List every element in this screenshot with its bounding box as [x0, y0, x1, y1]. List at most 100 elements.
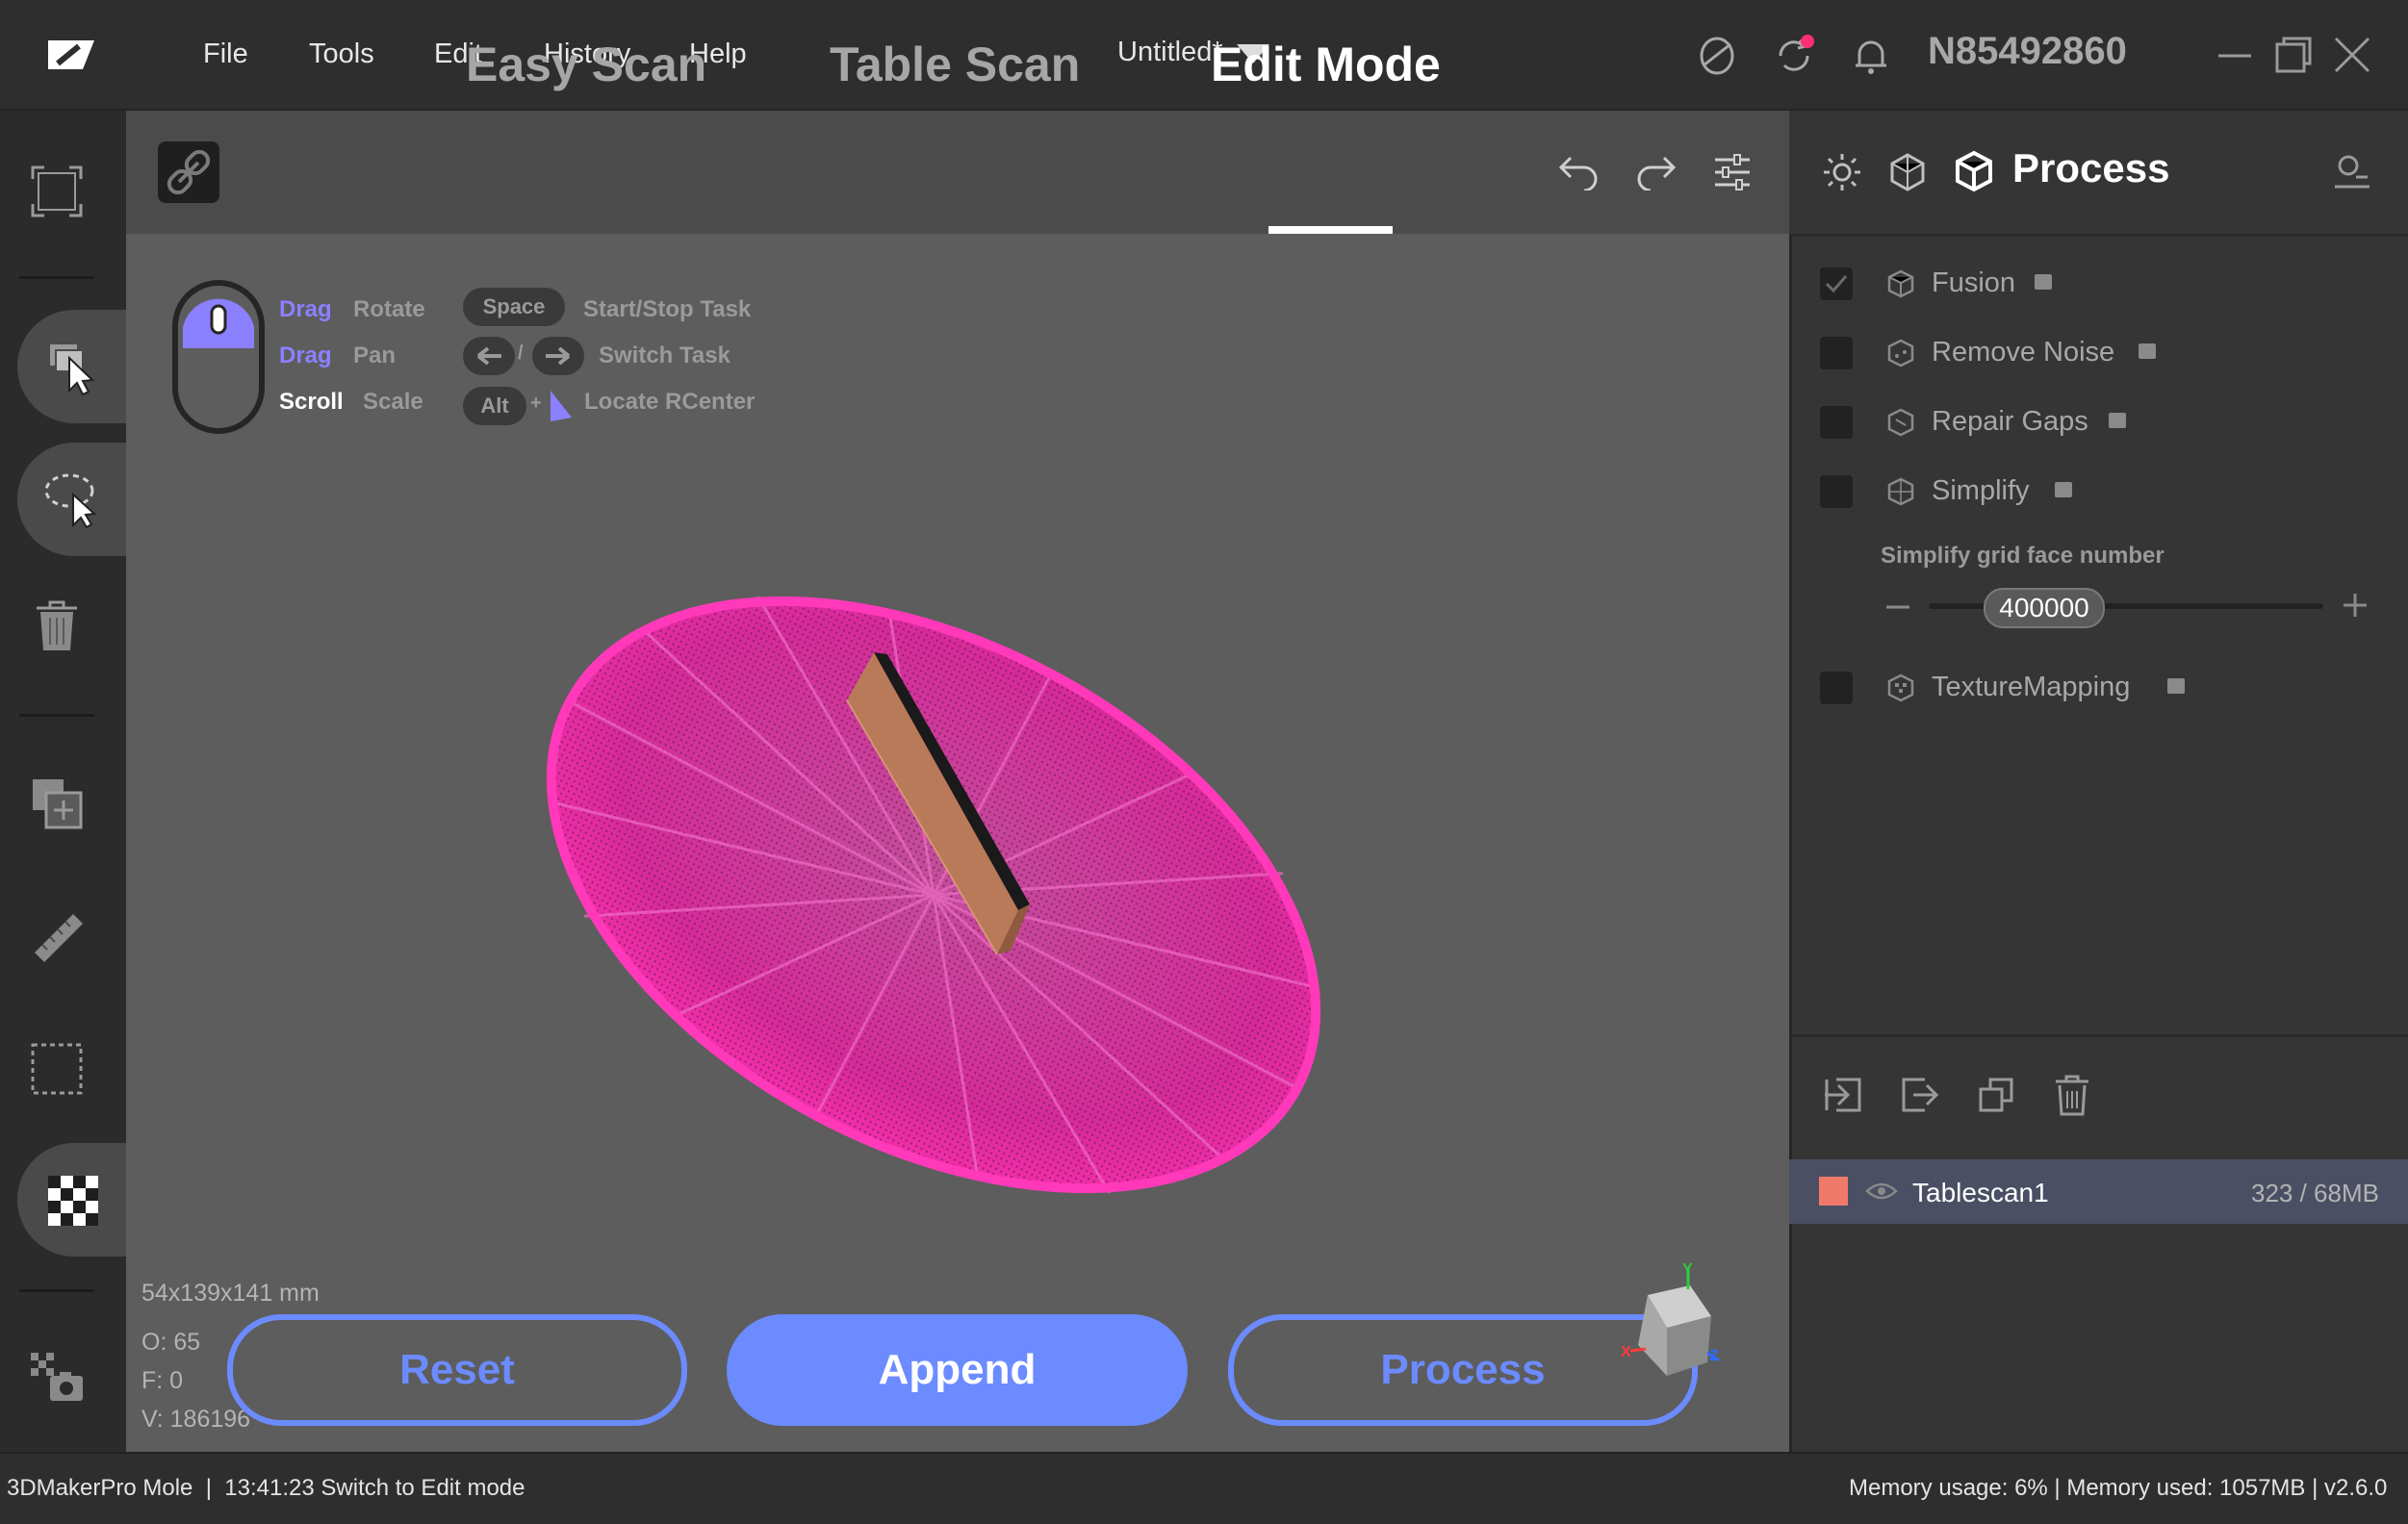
space-key: Space — [463, 288, 565, 326]
tab-edit-mode[interactable]: Edit Mode — [1211, 37, 1441, 92]
menu-tools[interactable]: Tools — [309, 38, 374, 70]
hint-drag-rotate-key: Drag — [279, 296, 332, 322]
trash-icon[interactable] — [35, 598, 79, 652]
ruler-icon[interactable] — [29, 908, 89, 968]
simplify-label: Simplify — [1932, 475, 2030, 506]
hint-locate-label: Locate RCenter — [584, 389, 756, 415]
point-cloud-model[interactable] — [520, 597, 1347, 1193]
lighting-sun-icon[interactable] — [1822, 152, 1862, 192]
project-title[interactable]: Untitled* — [1117, 37, 1223, 68]
append-button[interactable]: Append — [727, 1314, 1188, 1426]
repair-gaps-info-icon[interactable] — [2109, 413, 2126, 428]
axis-z-label: Z — [1709, 1348, 1719, 1364]
texture-mapping-checkbox[interactable] — [1820, 672, 1853, 704]
delete-layer-icon[interactable] — [2054, 1074, 2090, 1116]
simplify-slider-thumb[interactable]: 400000 — [1984, 588, 2105, 628]
hint-rotate-label: Rotate — [353, 296, 425, 322]
eye-icon[interactable] — [1865, 1180, 1898, 1203]
active-tab-indicator — [1268, 226, 1393, 234]
link-button[interactable] — [158, 141, 219, 203]
texture-mapping-info-icon[interactable] — [2167, 678, 2185, 694]
bell-icon[interactable] — [1852, 35, 1890, 77]
select-tool-icon[interactable] — [46, 339, 100, 398]
simplify-info-icon[interactable] — [2055, 482, 2072, 497]
duplicate-icon[interactable] — [1977, 1076, 2015, 1114]
left-arrow-key — [463, 337, 515, 375]
hint-switch-task-label: Switch Task — [599, 343, 730, 368]
layer-color-swatch[interactable] — [1819, 1177, 1848, 1206]
toolbar-divider — [19, 714, 94, 717]
mesh-icon[interactable] — [1888, 152, 1927, 192]
fusion-info-icon[interactable] — [2035, 274, 2052, 290]
stat-o: O: 65 — [141, 1329, 201, 1356]
texture-mapping-label: TextureMapping — [1932, 672, 2131, 702]
texture-mapping-icon — [1887, 673, 1914, 702]
hint-plus: + — [530, 393, 542, 414]
add-layer-icon[interactable] — [31, 777, 85, 831]
settings-sliders-icon[interactable] — [1713, 152, 1752, 192]
redo-icon[interactable] — [1633, 152, 1678, 190]
process-panel-title: Process — [2012, 145, 2170, 190]
remove-noise-icon — [1887, 339, 1914, 368]
maximize-icon[interactable] — [2274, 37, 2313, 73]
status-bar: 3DMakerPro Mole | 13:41:23 Switch to Edi… — [0, 1452, 2408, 1524]
sync-icon[interactable] — [1771, 33, 1817, 79]
tab-easy-scan[interactable]: Easy Scan — [466, 37, 706, 92]
toolbar-divider — [19, 1289, 94, 1292]
simplify-grid-label: Simplify grid face number — [1881, 543, 2165, 569]
link-icon — [167, 149, 211, 195]
process-cube-icon — [1956, 150, 1992, 192]
right-arrow-key — [532, 337, 584, 375]
arrow-left-icon — [476, 346, 501, 366]
cursor-arrow-icon — [551, 391, 572, 421]
user-id[interactable]: N85492860 — [1928, 30, 2127, 73]
screenshot-icon[interactable] — [29, 1351, 87, 1405]
alt-key: Alt — [463, 387, 526, 425]
fusion-label: Fusion — [1932, 267, 2016, 298]
remove-noise-label: Remove Noise — [1932, 337, 2115, 368]
decrease-icon[interactable] — [1884, 597, 1911, 618]
minimize-icon[interactable] — [2216, 40, 2253, 69]
simplify-icon — [1887, 477, 1914, 506]
crop-area-icon[interactable] — [31, 1043, 83, 1095]
right-panel — [1789, 111, 2408, 1452]
layer-info: 323 / 68MB — [2251, 1179, 2379, 1207]
fusion-checkbox[interactable] — [1820, 267, 1853, 300]
hint-start-stop-label: Start/Stop Task — [583, 296, 752, 322]
export-icon[interactable] — [1900, 1076, 1940, 1114]
axis-x-label: X — [1621, 1344, 1631, 1360]
menu-file[interactable]: File — [203, 38, 248, 70]
status-message: 3DMakerPro Mole | 13:41:23 Switch to Edi… — [7, 1475, 525, 1501]
hint-drag-pan-key: Drag — [279, 343, 332, 368]
close-icon[interactable] — [2334, 37, 2370, 73]
remove-noise-checkbox[interactable] — [1820, 337, 1853, 369]
mode-tab-bar — [126, 111, 1789, 234]
reset-button[interactable]: Reset — [227, 1314, 687, 1426]
hint-slash: / — [518, 343, 524, 364]
hint-scroll-key: Scroll — [279, 389, 344, 415]
checkerboard-icon[interactable] — [48, 1176, 98, 1226]
remove-noise-info-icon[interactable] — [2139, 343, 2156, 359]
import-icon[interactable] — [1823, 1076, 1863, 1114]
axis-y-label: Y — [1682, 1262, 1693, 1278]
hint-scale-label: Scale — [363, 389, 423, 415]
stat-f: F: 0 — [141, 1367, 184, 1394]
tab-table-scan[interactable]: Table Scan — [830, 37, 1080, 92]
panel-divider — [1789, 1034, 2408, 1037]
model-icon[interactable] — [1696, 35, 1738, 77]
stat-v: V: 186196 — [141, 1406, 251, 1433]
layer-name[interactable]: Tablescan1 — [1912, 1178, 2049, 1208]
repair-gaps-label: Repair Gaps — [1932, 406, 2088, 437]
undo-icon[interactable] — [1557, 152, 1601, 190]
user-settings-icon[interactable] — [2333, 152, 2371, 190]
status-memory: Memory usage: 6% | Memory used: 1057MB |… — [1849, 1475, 2388, 1501]
simplify-checkbox[interactable] — [1820, 475, 1853, 508]
orientation-cube-icon[interactable]: Y Z X — [1607, 1262, 1723, 1387]
increase-icon[interactable] — [2341, 591, 2370, 620]
repair-gaps-checkbox[interactable] — [1820, 406, 1853, 439]
repair-gaps-icon — [1887, 408, 1914, 437]
mouse-icon — [172, 280, 265, 434]
fit-view-icon[interactable] — [31, 165, 83, 217]
lasso-select-icon[interactable] — [42, 470, 100, 529]
checkmark-icon — [1825, 275, 1848, 293]
